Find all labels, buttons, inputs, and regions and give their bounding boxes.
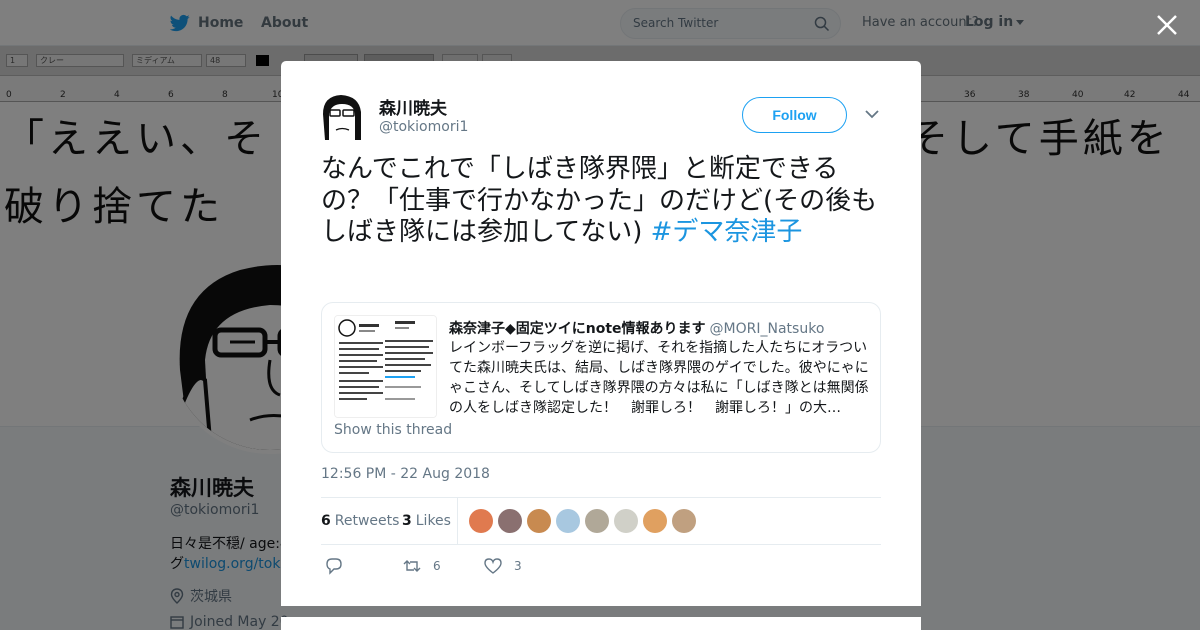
quoted-screenshot-thumbnail [335,316,436,417]
retweet-icon [403,560,421,572]
retweets-count: 6 [321,513,331,529]
quoted-tweet-text: レインボーフラッグを逆に掲げ、それを指摘した人たちにオラついてた森川暁夫氏は、結… [449,340,869,416]
close-icon[interactable] [1154,12,1180,38]
reply-icon [326,558,342,575]
retweets-stat[interactable]: 6 Retweets [321,513,399,529]
like-button[interactable]: 3 [484,557,522,575]
tweet-actions: 6 3 [321,553,881,581]
tweet-modal: 森川暁夫 @tokiomori1 Follow なんでこれで「しばき隊界隈」と断… [281,61,921,606]
heart-icon [484,558,502,574]
liker-avatar[interactable] [585,509,609,533]
quoted-author-name: 森奈津子◆固定ツイにnote情報あります [449,321,706,337]
liker-avatar[interactable] [469,509,493,533]
follow-button[interactable]: Follow [742,97,847,133]
likes-stat[interactable]: 3 Likes [402,513,451,529]
quoted-tweet-image [334,315,437,418]
tweet-author-avatar[interactable] [321,92,363,140]
stats-divider [457,498,458,544]
tweet-author-name[interactable]: 森川暁夫 [379,94,447,119]
tweet-author-handle[interactable]: @tokiomori1 [379,119,468,135]
likes-count: 3 [402,513,412,529]
quoted-tweet[interactable]: 森奈津子◆固定ツイにnote情報あります @MORI_Natsuko レインボーフ… [321,302,881,453]
liker-avatar[interactable] [527,509,551,533]
quoted-author-handle: @MORI_Natsuko [709,321,825,337]
liker-avatar[interactable] [498,509,522,533]
show-thread-link[interactable]: Show this thread [334,422,452,438]
retweet-button[interactable]: 6 [403,557,441,575]
chevron-down-icon[interactable] [865,109,879,119]
tweet-text: なんでこれで「しばき隊界隈」と断定できるの？「仕事で行かなかった」のだけど(その… [321,154,886,249]
retweet-count: 6 [433,559,441,573]
retweets-label: Retweets [334,513,400,529]
liker-avatars [469,509,696,533]
liker-avatar[interactable] [643,509,667,533]
reply-area [281,617,921,630]
tweet-hashtag-link[interactable]: #デマ奈津子 [651,217,803,247]
tweet-stats: 6 Retweets 3 Likes [321,497,881,545]
like-count: 3 [514,559,522,573]
liker-avatar[interactable] [614,509,638,533]
likes-label: Likes [415,513,451,529]
quoted-author[interactable]: 森奈津子◆固定ツイにnote情報あります @MORI_Natsuko [449,318,824,338]
liker-avatar[interactable] [672,509,696,533]
liker-avatar[interactable] [556,509,580,533]
tweet-timestamp[interactable]: 12:56 PM - 22 Aug 2018 [321,466,490,482]
reply-button[interactable] [325,557,343,575]
